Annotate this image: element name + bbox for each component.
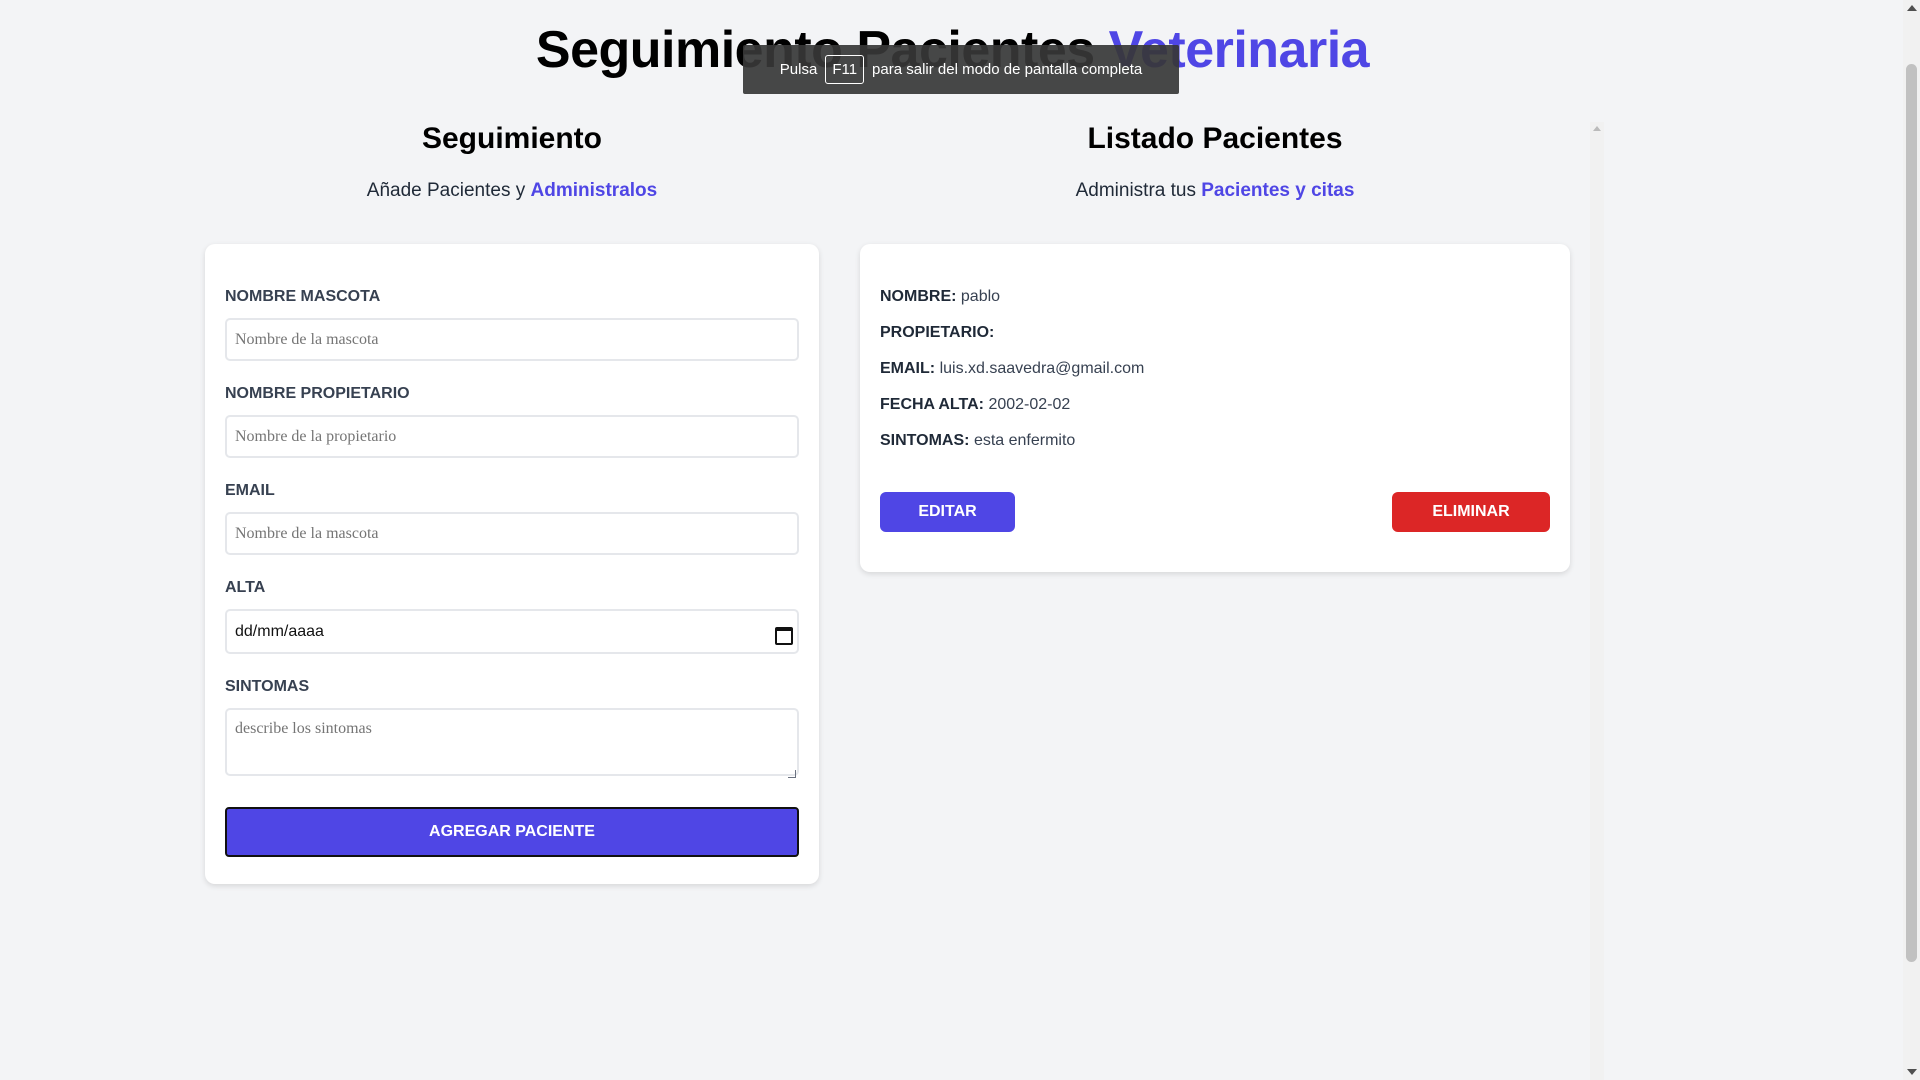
list-subtitle: Administra tus Pacientes y citas xyxy=(860,180,1570,202)
date-input-value: dd/mm/aaaa xyxy=(235,622,324,640)
list-subtitle-text: Administra tus xyxy=(1075,180,1196,201)
list-subtitle-accent: Pacientes y citas xyxy=(1201,180,1355,201)
symptoms-field: Sintomas xyxy=(225,678,799,781)
fullscreen-toast-after: para salir del modo de pantalla completa xyxy=(872,61,1143,78)
calendar-icon[interactable] xyxy=(775,625,793,645)
fullscreen-toast-before: Pulsa xyxy=(779,61,818,78)
patient-name-value: pablo xyxy=(960,288,1001,305)
patient-actions: Editar Eliminar xyxy=(880,492,1550,532)
patient-owner-label: Propietario: xyxy=(880,324,995,341)
pet-name-label: Nombre Mascota xyxy=(225,288,381,305)
symptoms-label: Sintomas xyxy=(225,678,310,695)
patient-symptoms-row: Sintomas: esta enfermito xyxy=(880,432,1550,450)
patient-email-value: luis.xd.saavedra@gmail.com xyxy=(939,360,1145,377)
patient-email-label: Email: xyxy=(880,360,936,377)
scroll-down-arrow-icon[interactable] xyxy=(1907,1069,1917,1075)
patient-date-value: 2002-02-02 xyxy=(988,396,1071,413)
form-subtitle: Añade Pacientes y Administralos xyxy=(205,180,819,202)
email-field: Email xyxy=(225,482,799,555)
app-viewport: Seguimiento Pacientes Veterinaria Seguim… xyxy=(0,0,1920,1080)
patient-date-row: Fecha Alta: 2002-02-02 xyxy=(880,396,1550,414)
patient-owner-row: Propietario: xyxy=(880,324,1550,342)
form-heading: Seguimiento xyxy=(421,122,602,155)
date-input[interactable]: dd/mm/aaaa xyxy=(225,609,799,654)
patient-name-row: Nombre: pablo xyxy=(880,288,1550,306)
date-field: Alta dd/mm/aaaa xyxy=(225,579,799,654)
list-scroll-up-icon[interactable] xyxy=(1593,126,1601,131)
owner-name-input[interactable] xyxy=(225,415,799,458)
resize-handle-icon[interactable] xyxy=(788,770,796,778)
symptoms-textarea-wrap xyxy=(225,708,799,781)
add-patient-button[interactable]: Agregar Paciente xyxy=(225,807,799,857)
patient-symptoms-value: esta enfermito xyxy=(973,432,1076,449)
owner-name-label: Nombre Propietario xyxy=(225,385,410,402)
email-label: Email xyxy=(225,482,275,499)
edit-button[interactable]: Editar xyxy=(880,492,1015,532)
patient-symptoms-label: Sintomas: xyxy=(880,432,970,449)
patient-form: Nombre Mascota Nombre Propietario Email … xyxy=(205,244,819,884)
scroll-thumb[interactable] xyxy=(1906,64,1917,962)
email-input[interactable] xyxy=(225,512,799,555)
owner-name-field: Nombre Propietario xyxy=(225,385,799,458)
date-label: Alta xyxy=(225,579,266,596)
patient-card: Nombre: pablo Propietario: Email: luis.x… xyxy=(860,244,1570,572)
symptoms-textarea[interactable] xyxy=(225,708,799,776)
pet-name-field: Nombre Mascota xyxy=(225,288,799,361)
scroll-up-arrow-icon[interactable] xyxy=(1907,5,1917,11)
patient-name-label: Nombre: xyxy=(880,288,957,305)
patient-date-label: Fecha Alta: xyxy=(880,396,984,413)
f11-key-badge: F11 xyxy=(825,55,865,84)
delete-button[interactable]: Eliminar xyxy=(1392,492,1550,532)
list-scroll-track[interactable] xyxy=(1590,122,1604,1080)
list-heading: Listado Pacientes xyxy=(1087,122,1343,155)
page-scrollbar[interactable] xyxy=(1903,0,1920,1080)
form-subtitle-accent: Administralos xyxy=(530,180,658,201)
patient-email-row: Email: luis.xd.saavedra@gmail.com xyxy=(880,360,1550,378)
pet-name-input[interactable] xyxy=(225,318,799,361)
form-subtitle-text: Añade Pacientes y xyxy=(366,180,526,201)
fullscreen-toast: Pulsa F11 para salir del modo de pantall… xyxy=(743,45,1179,94)
